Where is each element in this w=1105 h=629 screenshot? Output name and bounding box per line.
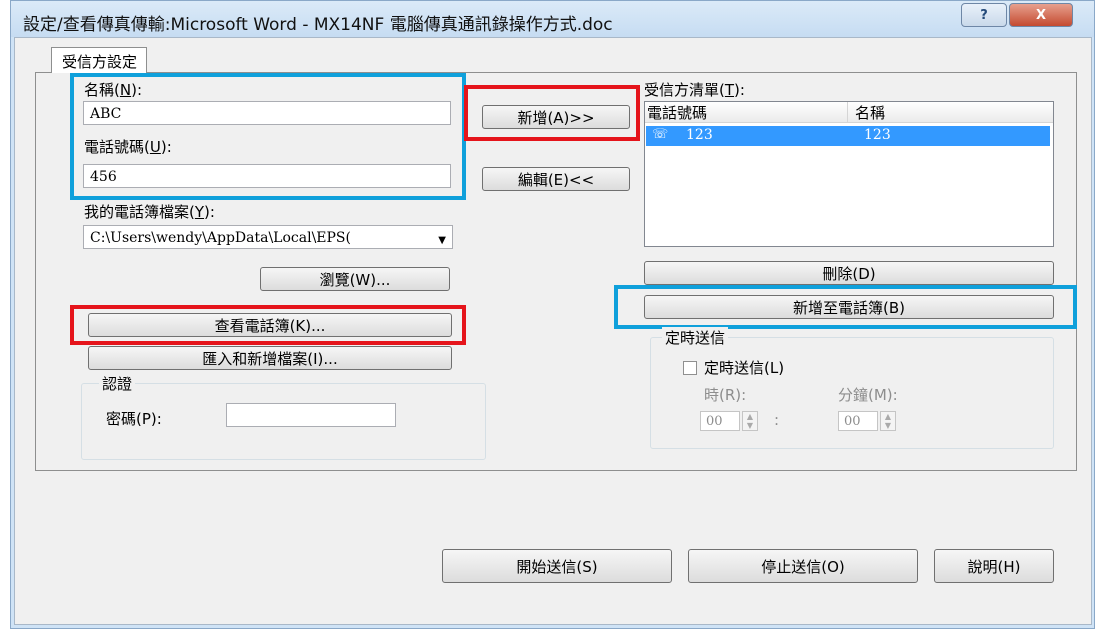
tab-recipient-settings[interactable]: 受信方設定 (51, 47, 147, 73)
highlight-view-phonebook (70, 305, 466, 345)
minute-label: 分鐘(M): (838, 386, 898, 404)
minute-spinner[interactable]: ▲ ▼ (880, 411, 896, 431)
auth-group-title: 認證 (99, 373, 136, 394)
password-input[interactable] (226, 403, 396, 427)
phone-icon: ☏ (652, 127, 669, 142)
hour-input[interactable]: 00 (700, 411, 740, 431)
hour-label: 時(R): (704, 386, 747, 404)
help-title-button[interactable]: ? (961, 3, 1007, 27)
column-header-name[interactable]: 名稱 (855, 102, 885, 123)
close-button[interactable]: X (1009, 3, 1073, 27)
minute-input[interactable]: 00 (838, 411, 878, 431)
dialog-client: 受信方設定 名稱(N): ABC 電話號碼(U): 456 我的電話簿檔案(Y)… (14, 37, 1092, 625)
hour-spinner[interactable]: ▲ ▼ (742, 411, 758, 431)
recipient-list[interactable]: 電話號碼 名稱 ☏ 123 123 (644, 101, 1054, 247)
title-bar: 設定/查看傳真傳輸:Microsoft Word - MX14NF 電腦傳真通訊… (11, 1, 1094, 37)
phonebook-file-value: C:\Users\wendy\AppData\Local\EPS( (90, 230, 351, 246)
row-name: 123 (864, 127, 891, 143)
schedule-checkbox-label[interactable]: 定時送信(L) (704, 357, 784, 378)
browse-button[interactable]: 瀏覽(W)... (260, 267, 450, 291)
schedule-group-title: 定時送信 (662, 327, 729, 348)
phonebook-file-label: 我的電話簿檔案(Y): (84, 203, 215, 221)
chevron-down-icon[interactable]: ▼ (438, 235, 446, 246)
row-phone: 123 (686, 127, 713, 143)
column-header-phone[interactable]: 電話號碼 (647, 102, 707, 123)
delete-button[interactable]: 刪除(D) (644, 261, 1054, 285)
table-row[interactable]: ☏ 123 123 (646, 126, 1050, 146)
column-divider (847, 102, 848, 122)
start-send-button[interactable]: 開始送信(S) (442, 549, 672, 583)
dialog-window: 設定/查看傳真傳輸:Microsoft Word - MX14NF 電腦傳真通訊… (10, 0, 1095, 629)
tab-panel: 名稱(N): ABC 電話號碼(U): 456 我的電話簿檔案(Y): C:\U… (35, 72, 1077, 471)
phonebook-file-dropdown[interactable]: C:\Users\wendy\AppData\Local\EPS( ▼ (83, 225, 453, 249)
stop-send-button[interactable]: 停止送信(O) (688, 549, 918, 583)
highlight-add-to-phonebook (614, 285, 1077, 329)
edit-button[interactable]: 編輯(E)<< (482, 167, 630, 191)
time-separator: : (774, 411, 780, 429)
list-header: 電話號碼 名稱 (645, 102, 1053, 123)
highlight-name-phone (70, 73, 466, 200)
schedule-checkbox[interactable] (683, 361, 697, 375)
import-add-file-button[interactable]: 匯入和新增檔案(I)... (88, 346, 452, 370)
help-button[interactable]: 說明(H) (934, 549, 1054, 583)
recipient-list-label: 受信方清單(T): (644, 81, 745, 99)
highlight-add-button (464, 85, 640, 141)
password-label: 密碼(P): (106, 410, 162, 428)
window-title: 設定/查看傳真傳輸:Microsoft Word - MX14NF 電腦傳真通訊… (23, 15, 613, 35)
